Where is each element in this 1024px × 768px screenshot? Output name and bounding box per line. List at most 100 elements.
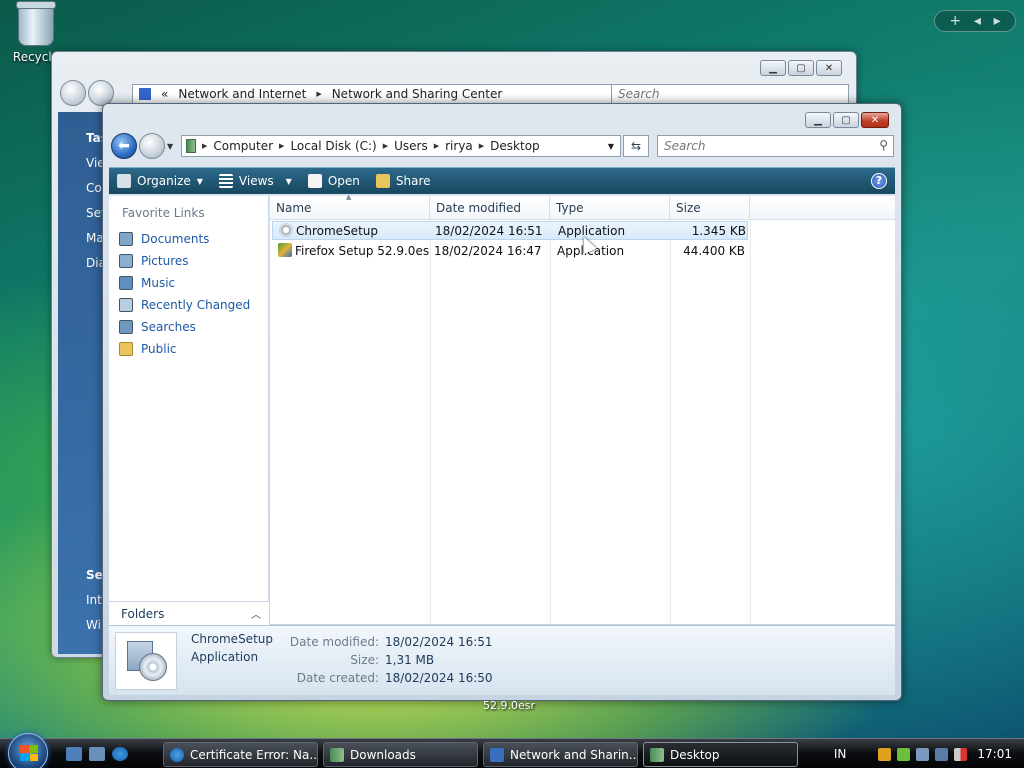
chevron-icon: «: [161, 87, 169, 101]
internet-explorer-icon: [170, 747, 184, 762]
breadcrumb-arrow-icon[interactable]: ▶: [479, 142, 484, 150]
address-dropdown-icon[interactable]: ▼: [608, 142, 614, 151]
file-name-cell: Firefox Setup 52.9.0esr: [272, 243, 430, 258]
breadcrumb-arrow-icon[interactable]: ▶: [279, 142, 284, 150]
column-size[interactable]: Size: [670, 196, 750, 219]
taskbar-button-certificate-error[interactable]: Certificate Error: Na...: [163, 742, 318, 767]
next-icon[interactable]: ▸: [994, 13, 1001, 29]
maximize-button[interactable]: ▢: [788, 60, 814, 76]
column-type[interactable]: Type: [550, 196, 670, 219]
refresh-button[interactable]: ⇆: [623, 135, 649, 157]
search-icon[interactable]: ⚲: [879, 138, 888, 152]
switch-windows-icon[interactable]: [89, 747, 105, 761]
taskbar-button-label: Desktop: [670, 747, 720, 762]
nav-link-documents[interactable]: Documents: [109, 228, 268, 250]
taskbar-button-desktop[interactable]: Desktop: [643, 742, 798, 767]
column-name[interactable]: Name ▲: [270, 193, 430, 219]
taskbar-button-network[interactable]: Network and Sharin...: [483, 742, 638, 767]
searches-icon: [119, 320, 133, 334]
breadcrumb-user[interactable]: rirya: [445, 139, 473, 153]
minimize-button[interactable]: ▁: [805, 112, 831, 128]
column-headers: Name ▲ Date modified Type Size: [270, 193, 895, 220]
views-button[interactable]: Views ▼: [211, 168, 300, 194]
documents-icon: [119, 232, 133, 246]
column-divider: [750, 220, 751, 624]
network-status-icon[interactable]: [935, 747, 949, 761]
public-folder-icon: [119, 342, 133, 356]
nav-link-recently-changed[interactable]: Recently Changed: [109, 294, 268, 316]
internet-explorer-icon[interactable]: [112, 747, 128, 761]
show-desktop-icon[interactable]: [66, 747, 82, 761]
minimize-button[interactable]: ▁: [760, 60, 786, 76]
open-button[interactable]: Open: [300, 168, 368, 194]
details-file-name: ChromeSetup: [191, 632, 273, 646]
recently-changed-icon: [119, 298, 133, 312]
date-modified-value: 18/02/2024 16:51: [385, 635, 493, 649]
folders-label: Folders: [121, 606, 165, 621]
breadcrumb-arrow-icon[interactable]: ▶: [383, 142, 388, 150]
breadcrumb-network-sharing[interactable]: Network and Sharing Center: [332, 87, 503, 101]
column-divider: [670, 220, 671, 624]
share-button[interactable]: Share: [368, 168, 439, 194]
file-type: Application: [558, 223, 626, 238]
nav-link-public[interactable]: Public: [109, 338, 268, 360]
file-name: Firefox Setup 52.9.0esr: [295, 244, 430, 258]
windows-update-icon[interactable]: [916, 747, 930, 761]
column-date-modified[interactable]: Date modified: [430, 196, 550, 219]
windows-logo-icon: [20, 745, 38, 761]
nav-link-searches[interactable]: Searches: [109, 316, 268, 338]
file-size: 1.345 KB: [691, 223, 746, 238]
recent-pages-dropdown-icon[interactable]: ▼: [167, 142, 173, 151]
breadcrumb-local-disk[interactable]: Local Disk (C:): [290, 139, 376, 153]
favorite-links-header: Favorite Links: [122, 206, 205, 220]
back-button[interactable]: ⬅: [111, 133, 137, 159]
explorer-window[interactable]: ▁ ▢ ✕ ⬅ ▼ ▶ Computer ▶ Local Disk (C:) ▶…: [102, 103, 902, 701]
folders-toggle[interactable]: Folders ︿: [109, 601, 269, 625]
breadcrumb-desktop[interactable]: Desktop: [490, 139, 540, 153]
close-button[interactable]: ✕: [861, 112, 889, 128]
breadcrumb-network-internet[interactable]: Network and Internet: [178, 87, 306, 101]
date-created-label: Date created:: [296, 671, 379, 685]
file-list: Name ▲ Date modified Type Size ChromeSet…: [270, 193, 895, 624]
share-label: Share: [395, 174, 431, 188]
safely-remove-icon[interactable]: [897, 747, 911, 761]
breadcrumb-arrow-icon[interactable]: ▶: [434, 142, 439, 150]
breadcrumb-arrow-icon: ▶: [316, 90, 322, 98]
language-indicator[interactable]: IN: [834, 747, 847, 761]
organize-button[interactable]: Organize ▼: [109, 168, 211, 194]
forward-button[interactable]: [139, 133, 165, 159]
file-row-chromesetup[interactable]: ChromeSetup 18/02/2024 16:51 Application…: [272, 221, 748, 240]
back-window-address-bar[interactable]: « Network and Internet ▶ Network and Sha…: [132, 84, 630, 104]
sidebar-gadget-controls[interactable]: + ◂ ▸: [934, 10, 1016, 32]
address-bar[interactable]: ▶ Computer ▶ Local Disk (C:) ▶ Users ▶ r…: [181, 135, 621, 157]
nav-link-pictures[interactable]: Pictures: [109, 250, 268, 272]
breadcrumb-arrow-icon[interactable]: ▶: [202, 142, 207, 150]
prev-icon[interactable]: ◂: [974, 13, 981, 29]
clock[interactable]: 17:01: [977, 747, 1012, 761]
nav-link-label: Pictures: [141, 254, 189, 268]
chevron-down-icon: ▼: [196, 176, 203, 186]
column-name-label: Name: [276, 201, 312, 215]
date-modified-label: Date modified:: [289, 635, 379, 649]
security-shield-icon[interactable]: [878, 747, 892, 761]
file-row-firefox[interactable]: Firefox Setup 52.9.0esr 18/02/2024 16:47…: [272, 241, 748, 260]
organize-label: Organize: [137, 174, 191, 188]
breadcrumb-users[interactable]: Users: [394, 139, 428, 153]
details-pane: ChromeSetup Application Date modified: 1…: [109, 625, 895, 695]
back-button[interactable]: [60, 80, 86, 106]
breadcrumb-computer[interactable]: Computer: [213, 139, 273, 153]
help-icon[interactable]: ?: [871, 173, 887, 189]
date-created-value: 18/02/2024 16:50: [385, 671, 493, 685]
trash-icon: [16, 1, 56, 46]
volume-muted-icon[interactable]: [954, 747, 968, 761]
back-window-search-input[interactable]: Search: [611, 84, 849, 104]
close-button[interactable]: ✕: [816, 60, 842, 76]
add-gadget-icon[interactable]: +: [949, 13, 961, 29]
search-input[interactable]: Search ⚲: [657, 135, 894, 157]
views-icon: [218, 174, 233, 188]
maximize-button[interactable]: ▢: [833, 112, 859, 128]
taskbar-button-downloads[interactable]: Downloads: [323, 742, 478, 767]
navigation-pane: Favorite Links Documents Pictures Music …: [109, 196, 269, 624]
start-button[interactable]: [8, 733, 48, 768]
nav-link-music[interactable]: Music: [109, 272, 268, 294]
